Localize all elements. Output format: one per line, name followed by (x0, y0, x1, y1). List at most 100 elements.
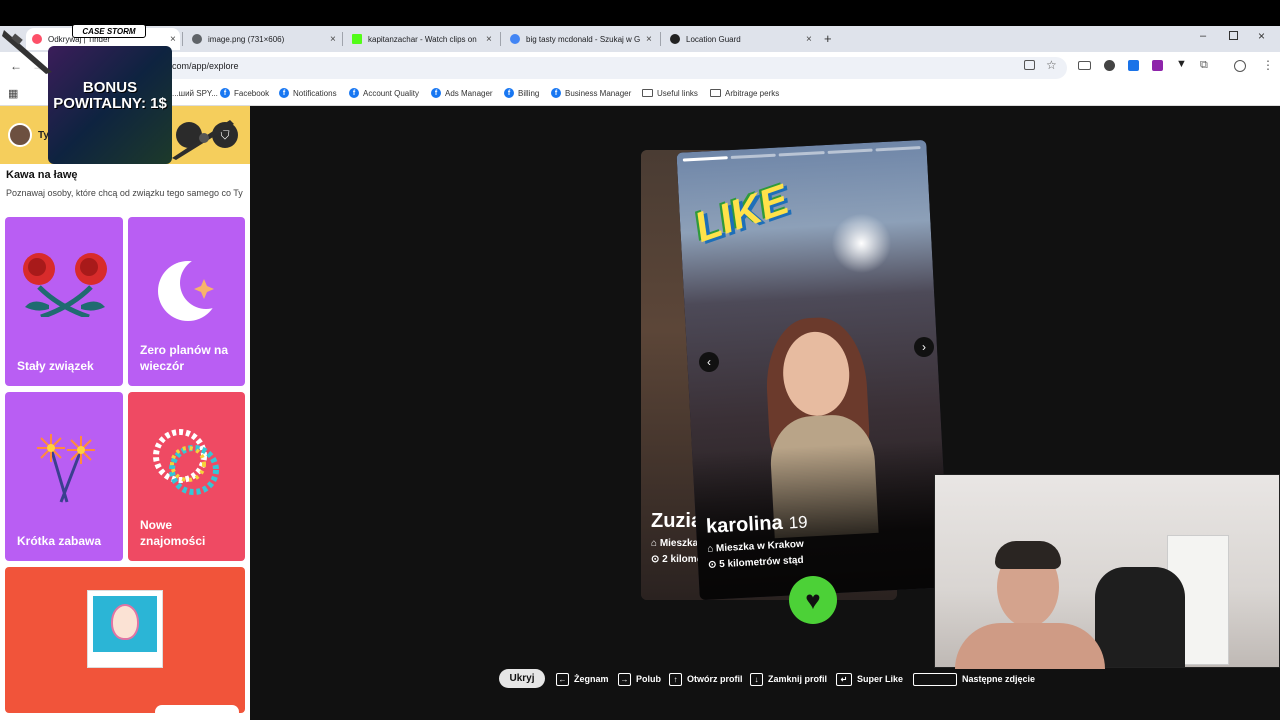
minimize-icon[interactable]: – (1200, 30, 1206, 42)
menu-kebab-icon[interactable]: ⋮ (1262, 58, 1274, 72)
card-nowe-znajomosci[interactable]: Nowe znajomości (128, 392, 245, 561)
location-guard-icon[interactable]: ▼ (1176, 58, 1187, 70)
tab-title: Location Guard (686, 34, 741, 44)
bookmark-useful-links[interactable]: Useful links (642, 86, 698, 100)
moon-icon (158, 257, 220, 321)
close-icon[interactable]: × (806, 34, 816, 45)
tab-google[interactable]: big tasty mcdonald - Szukaj w G × (504, 28, 656, 50)
bookmark-star-icon[interactable]: ☆ (1046, 58, 1057, 72)
tab-kick[interactable]: kapitanzachar - Watch clips on × (346, 28, 496, 50)
extension-2-icon[interactable] (1128, 60, 1139, 71)
google-favicon-icon (510, 34, 520, 44)
card-label: Zero planów na wieczór (140, 343, 229, 373)
folder-icon (710, 89, 721, 97)
shortcut-next-photo: Następne zdjęcie (913, 671, 1035, 687)
avatar[interactable] (8, 123, 32, 147)
stage-light (829, 211, 893, 275)
bookmark-business-manager[interactable]: f Business Manager (551, 86, 631, 100)
close-icon[interactable]: × (486, 34, 496, 45)
card-zero-planow[interactable]: Zero planów na wieczór (128, 217, 245, 386)
card-cta-button[interactable] (155, 705, 239, 713)
top-strip (0, 0, 1280, 26)
apps-grid-icon[interactable]: ▦ (8, 87, 18, 100)
camera-icon[interactable] (1078, 61, 1091, 70)
webcam-shoulders (955, 623, 1105, 669)
section-title: Kawa na ławę (6, 169, 78, 181)
card-photo[interactable] (5, 567, 245, 713)
sparklers-icon (37, 434, 95, 503)
tab-image[interactable]: image.png (731×606) × (186, 28, 340, 50)
facebook-icon: f (431, 88, 441, 98)
bookmark-label: Business Manager (565, 88, 632, 98)
arrow-down-key-icon: ↓ (750, 672, 763, 686)
like-heart-button[interactable]: ♥ (789, 576, 837, 624)
bookmark-account-quality[interactable]: f Account Quality (349, 86, 419, 100)
photo-background (93, 596, 157, 652)
close-icon[interactable]: × (170, 34, 180, 45)
shortcut-label: Super Like (857, 674, 904, 684)
window-close-icon[interactable]: × (1258, 29, 1265, 43)
section-description: Poznawaj osoby, które chcą od związku te… (6, 188, 243, 198)
profile-age: 19 (788, 512, 809, 533)
install-app-icon[interactable] (1024, 60, 1035, 70)
bookmark-arbitrage-perks[interactable]: Arbitrage perks (710, 86, 779, 100)
bracelet-icon (153, 429, 219, 495)
bookmark-spy[interactable]: ...ший SPY... (172, 86, 218, 100)
facebook-icon: f (551, 88, 561, 98)
promo-overlay: BONUS POWITALNY: 1$ (48, 46, 172, 164)
facebook-icon: f (279, 88, 289, 98)
bookmark-billing[interactable]: f Billing (504, 86, 539, 100)
webcam-overlay (934, 474, 1280, 669)
enter-key-icon: ↵ (836, 672, 852, 686)
tab-title: image.png (731×606) (208, 34, 285, 44)
card-staly-zwiazek[interactable]: Stały związek (5, 217, 123, 386)
shortcut-label: Żegnam (574, 674, 609, 684)
shortcut-close-profile: ↓ Zamknij profil (750, 671, 827, 687)
arrow-up-key-icon: ↑ (669, 672, 682, 686)
kick-favicon-icon (352, 34, 362, 44)
extension-3-icon[interactable] (1152, 60, 1163, 71)
next-photo-icon[interactable]: › (914, 337, 934, 357)
arrow-left-key-icon: ← (556, 672, 569, 686)
maximize-icon[interactable] (1229, 31, 1238, 40)
prev-photo-icon[interactable]: ‹ (699, 352, 719, 372)
bookmark-label: ...ший SPY... (172, 88, 218, 98)
card-label: Nowe znajomości (140, 518, 206, 548)
rifle-left-icon (2, 30, 52, 74)
new-tab-icon[interactable]: + (824, 31, 832, 46)
close-icon[interactable]: × (330, 34, 340, 45)
close-icon[interactable]: × (646, 34, 656, 45)
profile-name: karolina (705, 511, 784, 538)
facebook-icon: f (220, 88, 230, 98)
card-krotka-zabawa[interactable]: Krótka zabawa (5, 392, 123, 561)
extension-1-icon[interactable] (1104, 60, 1115, 71)
brand-logo: CASE STORM (72, 24, 146, 38)
hide-shortcuts-button[interactable]: Ukryj (499, 669, 545, 688)
face-icon (111, 604, 139, 640)
tab-location-guard[interactable]: Location Guard × (664, 28, 816, 50)
shortcut-label: Polub (636, 674, 661, 684)
arrow-right-key-icon: → (618, 672, 631, 686)
webcam-hair (995, 541, 1061, 569)
tab-title: kapitanzachar - Watch clips on (368, 34, 477, 44)
bookmark-label: Arbitrage perks (725, 88, 780, 98)
back-card-lives: ⌂ Mieszka (651, 538, 699, 549)
bookmark-label: Account Quality (363, 88, 420, 98)
bookmark-notifications[interactable]: f Notifications (279, 86, 337, 100)
shortcut-label: Następne zdjęcie (962, 674, 1036, 684)
photo-frame (87, 590, 163, 668)
profile-card-front[interactable]: LIKE karolina 19 ⌂ Mieszka w Krakow ⊙ 5 … (676, 139, 950, 601)
bookmark-facebook[interactable]: f Facebook (220, 86, 269, 100)
bookmark-label: Ads Manager (445, 88, 493, 98)
shortcut-like: → Polub (618, 671, 661, 687)
profile-icon[interactable] (1234, 60, 1246, 72)
globe-favicon-icon (192, 34, 202, 44)
folder-icon (642, 89, 653, 97)
roses-icon (23, 253, 107, 317)
shortcut-super-like: ↵ Super Like (836, 671, 903, 687)
space-key-icon (913, 672, 957, 686)
bookmark-ads-manager[interactable]: f Ads Manager (431, 86, 493, 100)
bookmark-label: Billing (518, 88, 540, 98)
extensions-puzzle-icon[interactable]: ⧉ (1200, 59, 1208, 72)
url-text[interactable]: com/app/explore (172, 61, 239, 71)
